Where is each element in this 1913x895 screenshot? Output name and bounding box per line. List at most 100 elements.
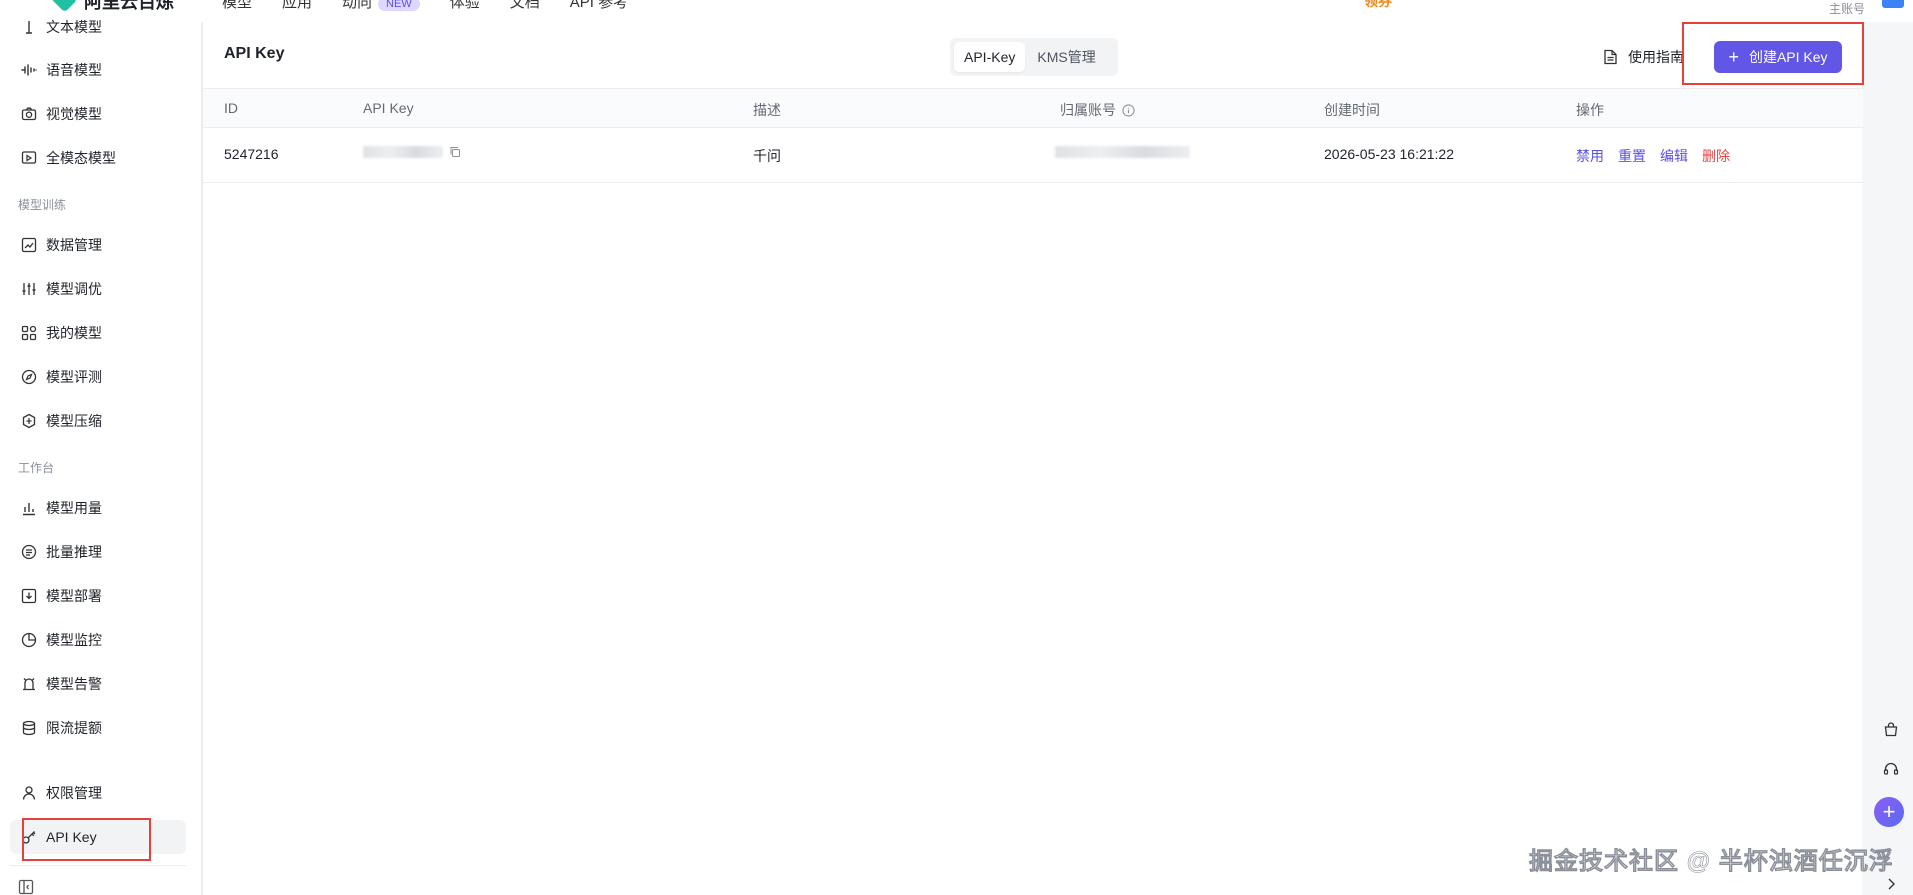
- nav-item-apps[interactable]: 应用: [282, 0, 312, 12]
- cell-id: 5247216: [224, 146, 279, 162]
- deploy-icon: [20, 587, 38, 605]
- sidebar-item-label: 权限管理: [46, 785, 102, 801]
- waveform-icon: [20, 61, 38, 79]
- sidebar-item-model-usage[interactable]: 模型用量: [10, 491, 186, 525]
- col-header-id: ID: [224, 100, 238, 116]
- compress-icon: [20, 412, 38, 430]
- sidebar-item-model-compress[interactable]: 模型压缩: [10, 404, 186, 438]
- avatar[interactable]: [1882, 0, 1904, 8]
- sidebar-divider: [10, 865, 186, 866]
- col-header-api-key: API Key: [363, 100, 414, 116]
- sidebar-item-label: 模型评测: [46, 369, 102, 385]
- top-nav: 模型 应用 动向 NEW 体验 文档 API 参考: [222, 0, 628, 12]
- edit-button[interactable]: 编辑: [1660, 146, 1688, 166]
- coupon-link[interactable]: 领券: [1364, 0, 1392, 11]
- sidebar-item-model-monitor[interactable]: 模型监控: [10, 623, 186, 657]
- bar-chart-icon: [20, 499, 38, 517]
- sidebar-item-voice-model[interactable]: 语音模型: [10, 53, 186, 87]
- sidebar-item-model-deploy[interactable]: 模型部署: [10, 579, 186, 613]
- sidebar-item-model-eval[interactable]: 模型评测: [10, 360, 186, 394]
- sidebar-item-label: 模型部署: [46, 588, 102, 604]
- sidebar-item-label: 视觉模型: [46, 106, 102, 122]
- tab-switcher: API-Key KMS管理: [950, 38, 1118, 76]
- plus-icon: +: [1728, 47, 1739, 67]
- table-row: 5247216 千问 2026-05-23 16:21:22 禁用 重置 编辑 …: [203, 128, 1863, 183]
- sidebar-item-rate-limit[interactable]: 限流提额: [10, 711, 186, 745]
- sidebar-item-omni-model[interactable]: 全模态模型: [10, 141, 186, 175]
- grid-icon: [20, 324, 38, 342]
- shop-icon[interactable]: [1880, 718, 1902, 740]
- cell-owner: [1055, 146, 1190, 158]
- sidebar-item-vision-model[interactable]: 视觉模型: [10, 97, 186, 131]
- create-api-key-button[interactable]: + 创建API Key: [1714, 41, 1842, 73]
- sliders-icon: [20, 280, 38, 298]
- watermark: 掘金技术社区 @ 半杯浊酒任沉浮: [1529, 848, 1894, 876]
- reset-button[interactable]: 重置: [1618, 146, 1646, 166]
- sidebar-item-label: 我的模型: [46, 325, 102, 341]
- guide-label: 使用指南: [1628, 49, 1684, 65]
- nav-item-docs[interactable]: 文档: [510, 0, 540, 12]
- delete-button[interactable]: 删除: [1702, 146, 1730, 166]
- table-header: ID API Key 描述 归属账号 创建时间 操作: [203, 88, 1863, 128]
- account-label: 主账号: [1829, 2, 1866, 16]
- info-icon[interactable]: [1122, 103, 1135, 117]
- sidebar-item-label: API Key: [46, 829, 97, 845]
- sidebar-item-label: 文本模型: [46, 19, 102, 35]
- copy-icon[interactable]: [449, 146, 461, 158]
- sidebar-item-data-management[interactable]: 数据管理: [10, 228, 186, 262]
- sidebar-item-batch-inference[interactable]: 批量推理: [10, 535, 186, 569]
- sidebar-item-label: 数据管理: [46, 237, 102, 253]
- sidebar-item-label: 全模态模型: [46, 150, 116, 166]
- chevron-right-icon[interactable]: [1880, 873, 1902, 895]
- owner-masked: [1055, 146, 1190, 158]
- pie-chart-icon: [20, 631, 38, 649]
- tab-api-key[interactable]: API-Key: [954, 42, 1026, 72]
- nav-item-api-ref[interactable]: API 参考: [570, 0, 628, 12]
- top-bar: 阿里云百炼 模型 应用 动向 NEW 体验 文档 API 参考 领券 主账号: [0, 0, 1913, 22]
- document-icon: [1604, 49, 1617, 65]
- api-key-masked: [363, 146, 443, 158]
- guide-link[interactable]: 使用指南: [1603, 47, 1684, 67]
- assistant-plus-icon[interactable]: +: [1874, 797, 1904, 827]
- key-icon: [20, 828, 38, 846]
- sidebar-item-model-alarm[interactable]: 模型告警: [10, 667, 186, 701]
- sidebar-item-label: 模型监控: [46, 632, 102, 648]
- sidebar-item-label: 语音模型: [46, 62, 102, 78]
- nav-item-trends[interactable]: 动向 NEW: [342, 0, 420, 12]
- nav-badge: NEW: [378, 0, 420, 11]
- sidebar-item-label: 模型告警: [46, 676, 102, 692]
- text-cursor-icon: [20, 18, 38, 36]
- sidebar-item-label: 限流提额: [46, 720, 102, 736]
- col-header-actions: 操作: [1576, 102, 1604, 118]
- user-icon: [20, 784, 38, 802]
- col-header-created: 创建时间: [1324, 102, 1380, 118]
- sidebar-item-my-models[interactable]: 我的模型: [10, 316, 186, 350]
- list-icon: [20, 543, 38, 561]
- cell-api-key: [363, 146, 461, 158]
- sidebar-group-workbench: 工作台: [18, 461, 55, 475]
- sidebar-item-label: 批量推理: [46, 544, 102, 560]
- nav-item-experience[interactable]: 体验: [450, 0, 480, 12]
- sidebar-group-training: 模型训练: [18, 198, 67, 212]
- tab-kms[interactable]: KMS管理: [1027, 42, 1105, 72]
- sidebar-item-model-tuning[interactable]: 模型调优: [10, 272, 186, 306]
- compass-icon: [20, 368, 38, 386]
- sidebar-item-text-model[interactable]: 文本模型: [10, 10, 186, 44]
- alarm-icon: [20, 675, 38, 693]
- sidebar-item-api-key[interactable]: API Key: [10, 820, 186, 854]
- sidebar-item-permissions[interactable]: 权限管理: [10, 776, 186, 810]
- disable-button[interactable]: 禁用: [1576, 146, 1604, 166]
- nav-item-models[interactable]: 模型: [222, 0, 252, 12]
- create-api-key-label: 创建API Key: [1748, 49, 1828, 65]
- database-icon: [20, 719, 38, 737]
- headset-icon[interactable]: [1880, 758, 1902, 780]
- sidebar-item-label: 模型调优: [46, 281, 102, 297]
- sidebar-collapse-icon[interactable]: [18, 879, 34, 895]
- col-header-description: 描述: [753, 102, 781, 118]
- sidebar-item-label: 模型压缩: [46, 413, 102, 429]
- chart-line-icon: [20, 236, 38, 254]
- cell-created: 2026-05-23 16:21:22: [1324, 146, 1454, 162]
- sidebar: 文本模型 语音模型 视觉模型 全模态模型 模型训练 数据管理 模型调优 我的模型…: [0, 19, 202, 895]
- cell-description: 千问: [753, 148, 781, 164]
- cell-actions: 禁用 重置 编辑 删除: [1576, 146, 1744, 166]
